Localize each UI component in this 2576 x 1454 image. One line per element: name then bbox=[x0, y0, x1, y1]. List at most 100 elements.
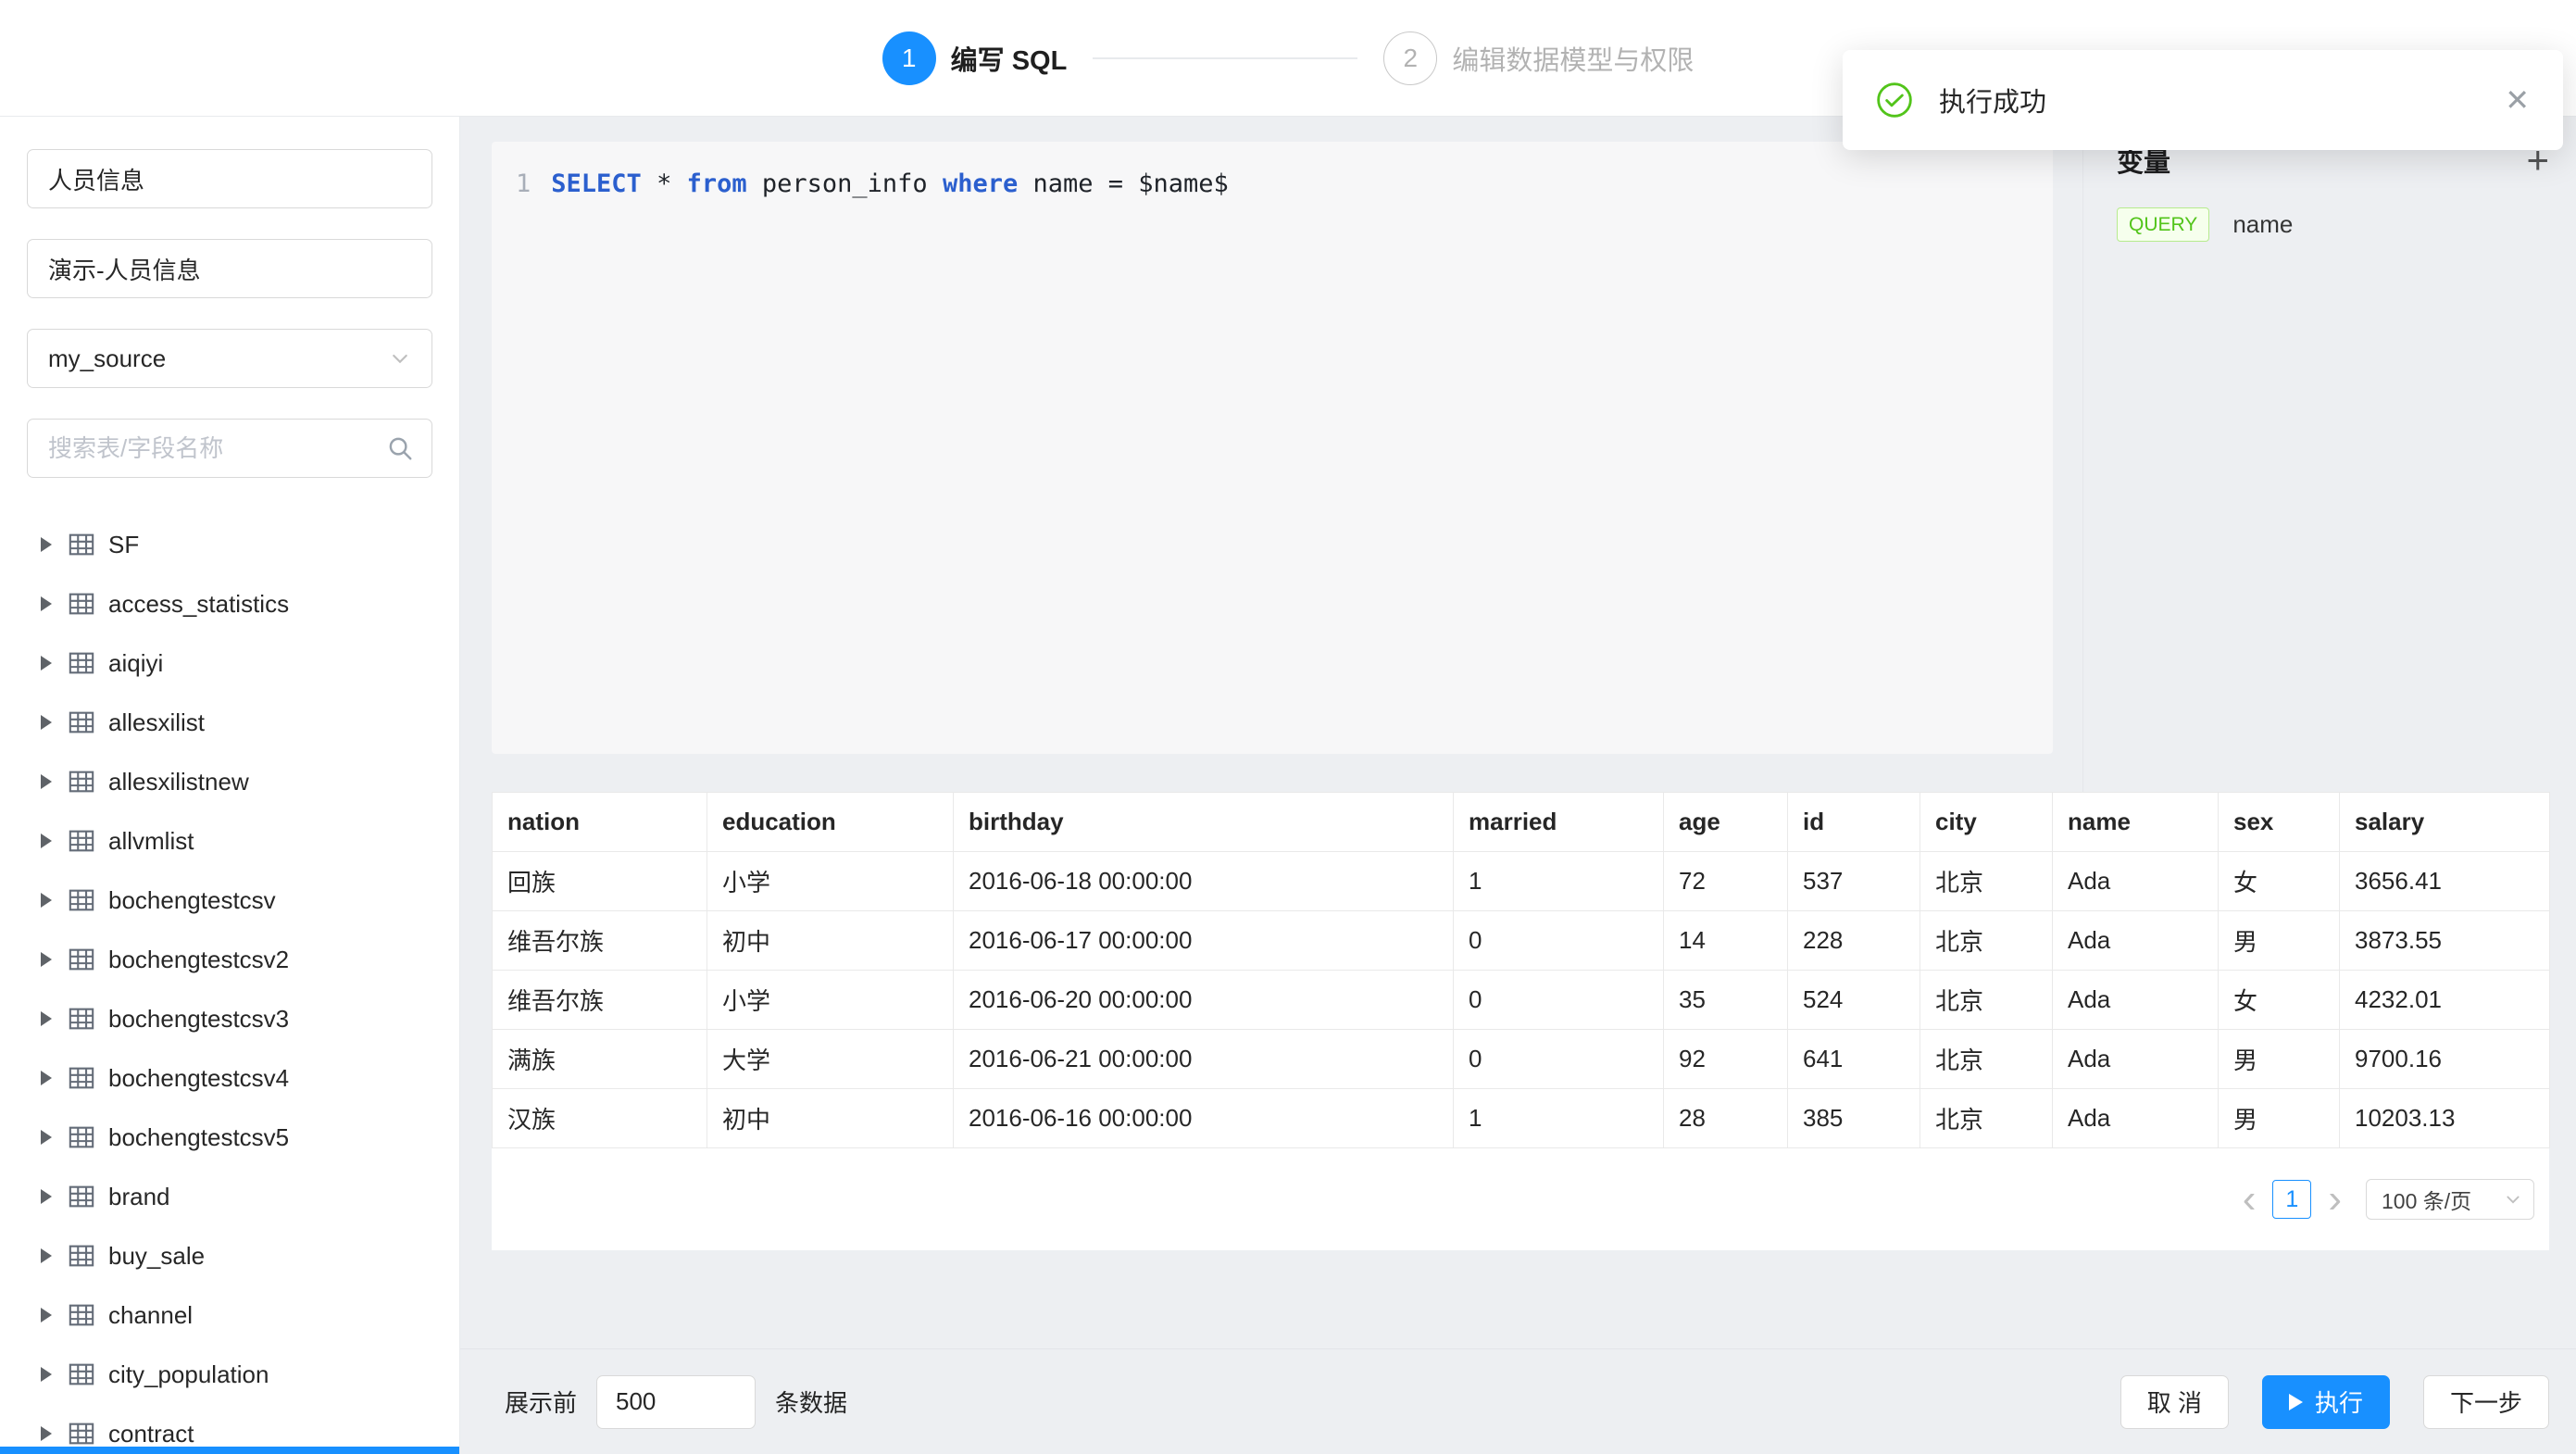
results-body: 回族小学2016-06-18 00:00:00172537北京Ada女3656.… bbox=[493, 852, 2550, 1148]
next-step-button[interactable]: 下一步 bbox=[2423, 1375, 2549, 1429]
table-grid-icon bbox=[68, 590, 95, 618]
caret-right-icon[interactable] bbox=[41, 596, 52, 611]
table-name: contract bbox=[108, 1420, 194, 1448]
table-cell: 2016-06-17 00:00:00 bbox=[954, 911, 1454, 971]
caret-right-icon[interactable] bbox=[41, 952, 52, 967]
table-cell: 男 bbox=[2219, 1089, 2340, 1148]
caret-right-icon[interactable] bbox=[41, 1011, 52, 1026]
current-page-button[interactable]: 1 bbox=[2272, 1180, 2311, 1219]
variable-item: QUERYname bbox=[2117, 207, 2549, 242]
table-tree-item[interactable]: city_population bbox=[0, 1345, 459, 1404]
column-header: name bbox=[2053, 793, 2219, 852]
search-icon bbox=[386, 434, 414, 462]
table-cell: 385 bbox=[1788, 1089, 1920, 1148]
table-name: city_population bbox=[108, 1360, 269, 1389]
table-grid-icon bbox=[68, 827, 95, 855]
table-cell: 北京 bbox=[1920, 1089, 2053, 1148]
caret-right-icon[interactable] bbox=[41, 1189, 52, 1204]
dataset-name-input[interactable] bbox=[27, 149, 432, 208]
caret-right-icon[interactable] bbox=[41, 834, 52, 848]
table-tree-item[interactable]: bochengtestcsv bbox=[0, 871, 459, 930]
pagination: ‹ 1 › 100 条/页 bbox=[492, 1148, 2549, 1250]
dataset-alias-input[interactable] bbox=[27, 239, 432, 298]
table-tree-item[interactable]: access_statistics bbox=[0, 574, 459, 633]
caret-right-icon[interactable] bbox=[41, 774, 52, 789]
caret-right-icon[interactable] bbox=[41, 656, 52, 671]
caret-right-icon[interactable] bbox=[41, 1071, 52, 1085]
table-grid-icon bbox=[68, 649, 95, 677]
stepper: 1 编写 SQL 2 编辑数据模型与权限 bbox=[882, 31, 1694, 85]
table-grid-icon bbox=[68, 531, 95, 558]
content-area: my_source SFaccess_statisticsaiqiyialles… bbox=[0, 117, 2576, 1454]
table-tree-item[interactable]: allvmlist bbox=[0, 811, 459, 871]
table-tree-item[interactable]: allesxilist bbox=[0, 693, 459, 752]
sql-editor-wrap: 1 SELECT * from person_info where name =… bbox=[460, 117, 2082, 792]
next-page-button chevron-right-icon[interactable]: › bbox=[2328, 1179, 2342, 1220]
prev-page-button chevron-left-icon[interactable]: ‹ bbox=[2243, 1179, 2257, 1220]
table-tree-item[interactable]: bochengtestcsv5 bbox=[0, 1108, 459, 1167]
table-row: 维吾尔族初中2016-06-17 00:00:00014228北京Ada男387… bbox=[493, 911, 2550, 971]
table-cell: 35 bbox=[1664, 971, 1788, 1030]
table-cell: 北京 bbox=[1920, 852, 2053, 911]
sql-text: person_info bbox=[747, 169, 943, 198]
page-size-select[interactable]: 100 条/页 bbox=[2366, 1179, 2534, 1220]
caret-right-icon[interactable] bbox=[41, 1308, 52, 1322]
table-search-input[interactable] bbox=[27, 419, 432, 478]
sql-keyword: from bbox=[687, 169, 747, 198]
cancel-button[interactable]: 取 消 bbox=[2120, 1375, 2229, 1429]
table-cell: 男 bbox=[2219, 911, 2340, 971]
table-tree-item[interactable]: brand bbox=[0, 1167, 459, 1226]
results-panel: nationeducationbirthdaymarriedageidcityn… bbox=[492, 792, 2549, 1250]
table-cell: 10203.13 bbox=[2340, 1089, 2550, 1148]
table-cell: 北京 bbox=[1920, 1030, 2053, 1089]
table-tree-item[interactable]: buy_sale bbox=[0, 1226, 459, 1285]
column-header: city bbox=[1920, 793, 2053, 852]
run-sql-button[interactable]: 执行 bbox=[2262, 1375, 2390, 1429]
variable-list: QUERYname bbox=[2117, 207, 2549, 242]
table-name: buy_sale bbox=[108, 1242, 205, 1271]
table-tree-item[interactable]: bochengtestcsv2 bbox=[0, 930, 459, 989]
table-tree-item[interactable]: allesxilistnew bbox=[0, 752, 459, 811]
table-cell: 92 bbox=[1664, 1030, 1788, 1089]
table-cell: 4232.01 bbox=[2340, 971, 2550, 1030]
app-root: 1 编写 SQL 2 编辑数据模型与权限 my_source bbox=[0, 0, 2576, 1454]
sidebar-scrollbar[interactable] bbox=[0, 1447, 459, 1454]
sql-text: * bbox=[642, 169, 687, 198]
step-2-edit-model[interactable]: 2 编辑数据模型与权限 bbox=[1383, 31, 1694, 85]
sql-keyword: where bbox=[943, 169, 1018, 198]
success-toast: 执行成功 ✕ bbox=[1843, 50, 2563, 150]
table-name: access_statistics bbox=[108, 590, 289, 619]
sql-editor[interactable]: 1 SELECT * from person_info where name =… bbox=[492, 142, 2053, 754]
caret-right-icon[interactable] bbox=[41, 1130, 52, 1145]
play-icon bbox=[2289, 1394, 2303, 1410]
caret-right-icon[interactable] bbox=[41, 1367, 52, 1382]
table-tree-item[interactable]: SF bbox=[0, 515, 459, 574]
caret-right-icon[interactable] bbox=[41, 893, 52, 908]
run-button-label: 执行 bbox=[2315, 1385, 2363, 1419]
table-row: 汉族初中2016-06-16 00:00:00128385北京Ada男10203… bbox=[493, 1089, 2550, 1148]
caret-right-icon[interactable] bbox=[41, 1426, 52, 1441]
caret-right-icon[interactable] bbox=[41, 537, 52, 552]
table-tree-item[interactable]: channel bbox=[0, 1285, 459, 1345]
row-limit-input[interactable] bbox=[596, 1375, 756, 1429]
close-icon[interactable]: ✕ bbox=[2505, 85, 2530, 115]
table-row: 维吾尔族小学2016-06-20 00:00:00035524北京Ada女423… bbox=[493, 971, 2550, 1030]
step-connector-line bbox=[1093, 57, 1357, 59]
table-tree-item[interactable]: aiqiyi bbox=[0, 633, 459, 693]
table-tree: SF access_statisticsaiqiyiallesxilistalle… bbox=[0, 515, 459, 1454]
table-grid-icon bbox=[68, 1064, 95, 1092]
caret-right-icon[interactable] bbox=[41, 1248, 52, 1263]
step-1-write-sql[interactable]: 1 编写 SQL bbox=[882, 31, 1068, 85]
datasource-select[interactable]: my_source bbox=[27, 329, 432, 388]
table-tree-item[interactable]: bochengtestcsv3 bbox=[0, 989, 459, 1048]
table-cell: 大学 bbox=[707, 1030, 954, 1089]
table-cell: 524 bbox=[1788, 971, 1920, 1030]
table-cell: 满族 bbox=[493, 1030, 707, 1089]
table-cell: 0 bbox=[1454, 911, 1664, 971]
table-cell: 男 bbox=[2219, 1030, 2340, 1089]
table-cell: 北京 bbox=[1920, 971, 2053, 1030]
sql-text: name = $name$ bbox=[1018, 169, 1229, 198]
caret-right-icon[interactable] bbox=[41, 715, 52, 730]
table-tree-item[interactable]: bochengtestcsv4 bbox=[0, 1048, 459, 1108]
table-cell: 2016-06-16 00:00:00 bbox=[954, 1089, 1454, 1148]
